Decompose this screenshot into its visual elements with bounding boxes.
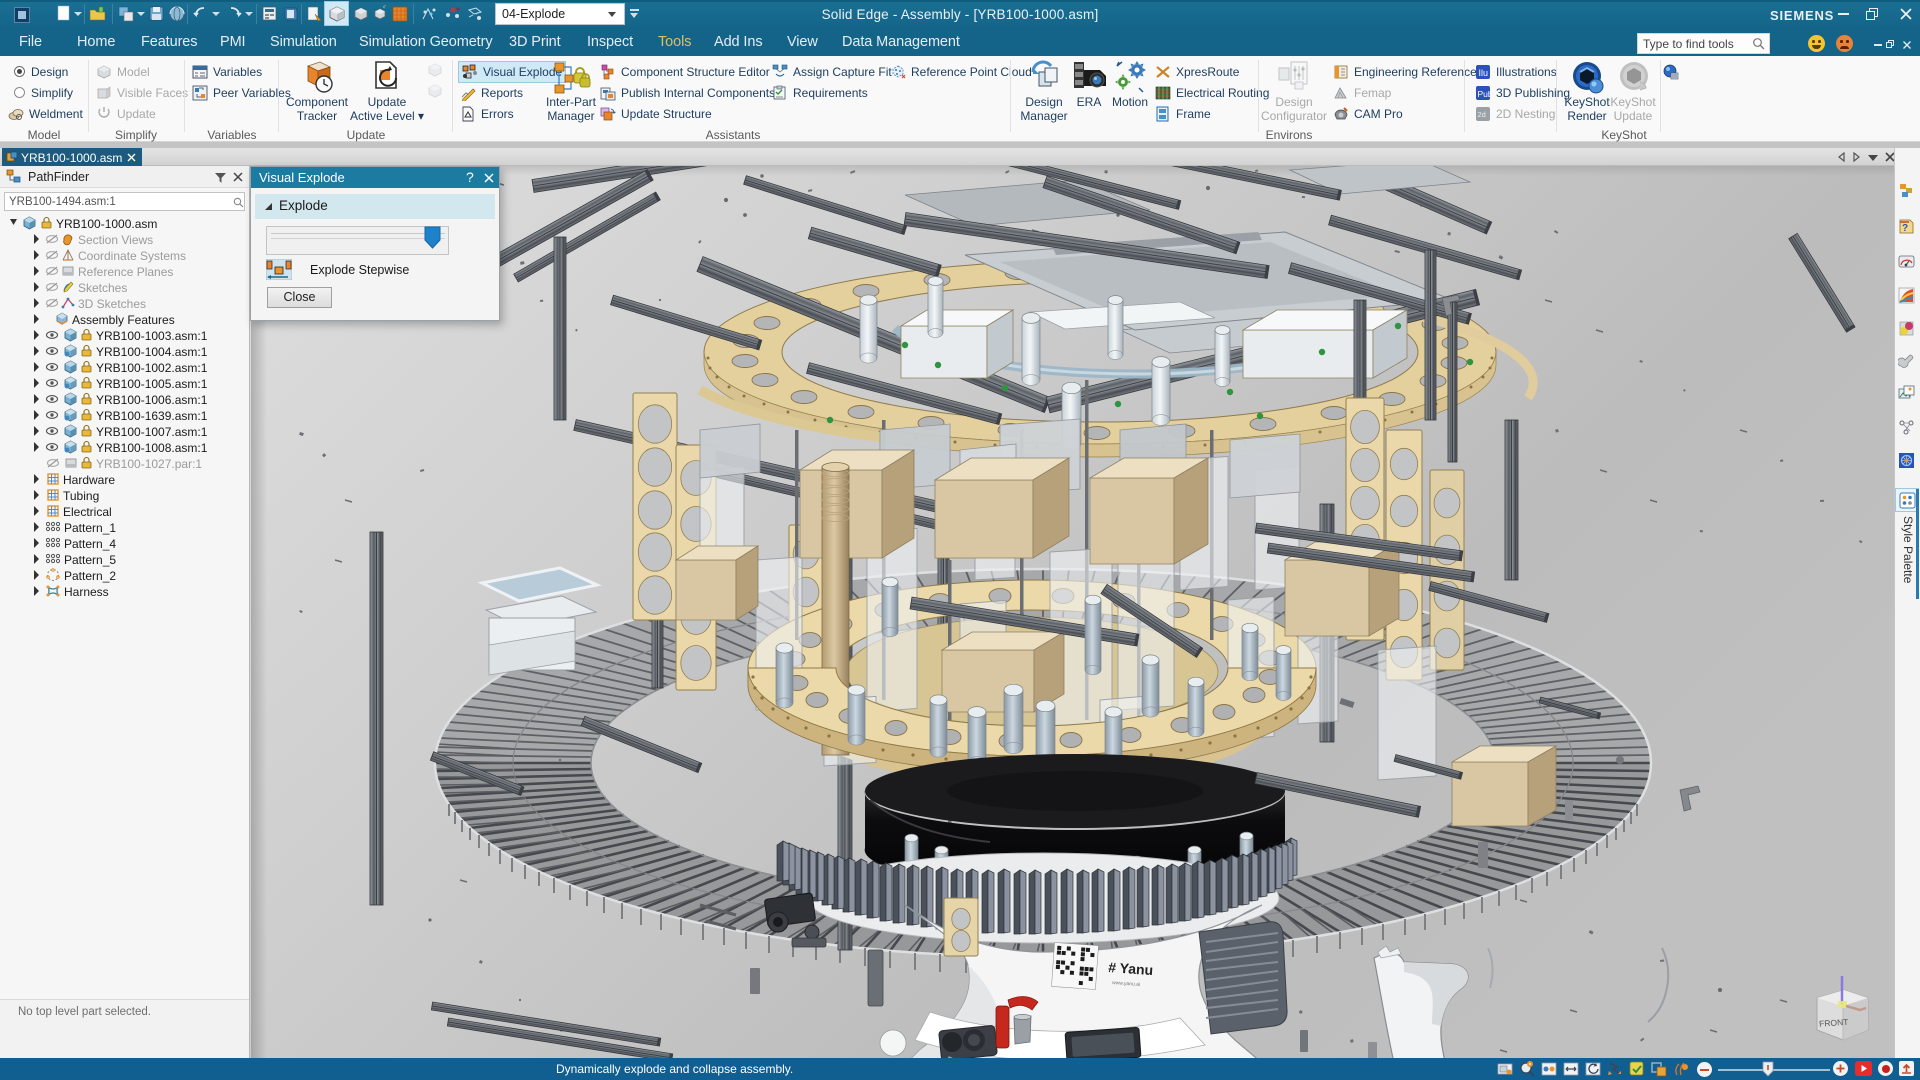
svg-text:?: ?	[1902, 223, 1908, 234]
svg-text:Pub: Pub	[1478, 89, 1492, 99]
svg-text:FRONT: FRONT	[1819, 1017, 1849, 1029]
svg-text:# Yanu: # Yanu	[1108, 959, 1154, 978]
svg-text:Ilu: Ilu	[1479, 68, 1489, 78]
svg-text:2d: 2d	[1478, 110, 1486, 119]
